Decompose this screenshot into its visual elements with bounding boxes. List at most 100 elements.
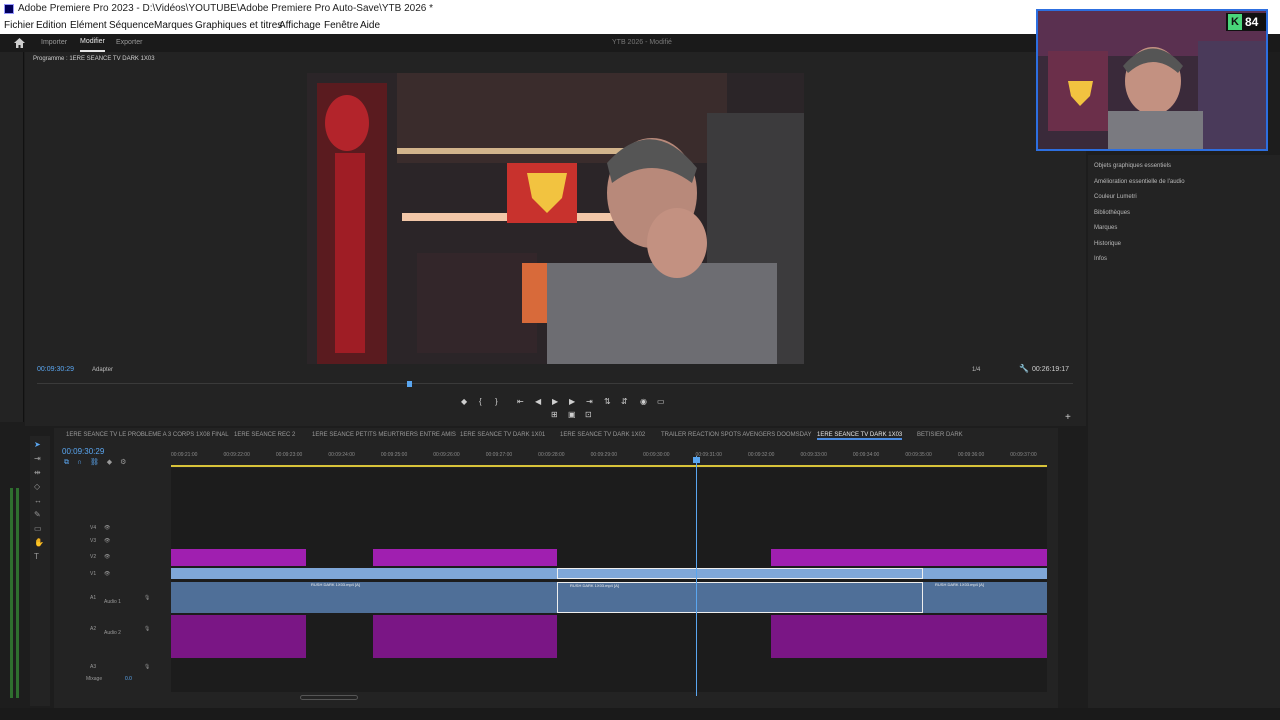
timeline-playhead[interactable] (696, 456, 697, 696)
snap-icon[interactable]: ∩ (77, 459, 82, 466)
extract-icon[interactable]: ⇵ (621, 397, 628, 406)
menu-sequence[interactable]: Séquence (109, 18, 154, 34)
seq-tab-0[interactable]: 1ERE SEANCE TV LE PROBLEME A 3 CORPS 1X0… (66, 432, 229, 438)
seq-tab-7[interactable]: BETISIER DARK (917, 432, 963, 438)
insert-icon[interactable]: ⊞ (551, 410, 558, 419)
nest-icon[interactable]: ⧉ (64, 459, 69, 466)
scrubber-playhead[interactable] (407, 381, 412, 387)
panel-lumetri[interactable]: Couleur Lumetri (1094, 194, 1137, 200)
clip-v2[interactable] (373, 549, 557, 566)
export-frame-icon[interactable]: ◉ (640, 397, 647, 406)
razor-tool-icon[interactable]: ◇ (34, 482, 40, 491)
step-forward-icon[interactable]: ▶ (569, 397, 575, 406)
add-marker-icon[interactable]: ◆ (107, 459, 112, 466)
track-label-a3: A3 (90, 664, 97, 670)
settings-icon[interactable]: ⚙ (120, 459, 126, 466)
menu-affichage[interactable]: Affichage (279, 18, 321, 34)
panel-info[interactable]: Infos (1094, 256, 1107, 262)
seq-tab-3[interactable]: 1ERE SEANCE TV DARK 1X01 (460, 432, 545, 438)
program-scrubber[interactable] (37, 381, 1073, 389)
ruler-tick-label: 00:09:23:00 (275, 452, 303, 458)
marker-icon[interactable]: ◆ (461, 397, 467, 406)
tab-modifier[interactable]: Modifier (80, 34, 105, 52)
overwrite-icon[interactable]: ▣ (568, 410, 576, 419)
track-area[interactable]: RUSH DARK 1X03.mp4 [A] RUSH DARK 1X03.mp… (171, 468, 1047, 692)
tab-importer[interactable]: Importer (41, 34, 67, 52)
panel-essential-sound[interactable]: Amélioration essentielle de l'audio (1094, 179, 1185, 185)
add-button-icon[interactable]: + (1065, 412, 1071, 423)
menu-fichier[interactable]: Fichier (4, 18, 34, 34)
clip-a1[interactable]: RUSH DARK 1X03.mp4 [A] (171, 582, 557, 613)
step-back-icon[interactable]: ◀ (535, 397, 541, 406)
comparison-icon[interactable]: ▭ (657, 397, 665, 406)
eye-icon[interactable]: 👁 (104, 525, 110, 531)
clip-v2[interactable] (923, 549, 1047, 566)
panel-essential-graphics[interactable]: Objets graphiques essentiels (1094, 163, 1171, 169)
mix-value[interactable]: 0.0 (125, 676, 132, 682)
clip-v1[interactable] (171, 568, 557, 579)
mark-in-icon[interactable]: { (479, 397, 482, 406)
ruler-tick-label: 00:09:22:00 (223, 452, 250, 458)
linked-selection-icon[interactable]: ⛓ (90, 459, 99, 466)
panel-markers[interactable]: Marques (1094, 225, 1117, 231)
play-icon[interactable]: ▶ (552, 397, 558, 406)
button-editor-icon[interactable]: ⊡ (585, 410, 592, 419)
mark-out-icon[interactable]: } (495, 397, 498, 406)
playhead-handle[interactable] (693, 457, 700, 463)
wrench-icon[interactable]: 🔧 (1019, 364, 1029, 373)
clip-a1-selected[interactable]: RUSH DARK 1X03.mp4 [A] (557, 582, 923, 613)
clip-a2[interactable] (923, 615, 1047, 658)
seq-tab-active[interactable]: 1ERE SEANCE TV DARK 1X03 (817, 432, 903, 440)
seq-tab-2[interactable]: 1ERE SEANCE PETITS MEURTRIERS ENTRE AMIS (312, 432, 456, 438)
timeline-ruler[interactable]: 00:09:21:00 00:09:22:00 00:09:23:00 00:09:2… (171, 452, 1047, 466)
panel-libraries[interactable]: Bibliothèques (1094, 210, 1130, 216)
clip-v1-selected[interactable] (557, 568, 923, 579)
rectangle-tool-icon[interactable]: ▭ (34, 524, 42, 533)
go-to-out-icon[interactable]: ⇥ (586, 397, 593, 406)
seq-tab-1[interactable]: 1ERE SEANCE REC 2 (234, 432, 295, 438)
ruler-tick-label: 00:09:37:00 (1010, 452, 1037, 458)
pen-tool-icon[interactable]: ✎ (34, 510, 41, 519)
fit-dropdown[interactable]: Adapter (92, 367, 113, 373)
audio-meters (0, 428, 28, 708)
menu-element[interactable]: Elément (70, 18, 107, 34)
ripple-edit-tool-icon[interactable]: ⇹ (34, 468, 41, 477)
source-panel-strip[interactable] (0, 52, 24, 422)
timeline-horizontal-scrollbar[interactable] (300, 695, 358, 700)
clip-v1[interactable] (923, 568, 1047, 579)
eye-icon[interactable]: 👁 (104, 571, 110, 577)
selection-tool-icon[interactable]: ➤ (34, 440, 41, 449)
clip-a1[interactable]: RUSH DARK 1X03.mp4 [A] (923, 582, 1047, 613)
clip-v2[interactable] (171, 549, 306, 566)
menu-graphiques[interactable]: Graphiques et titres (195, 18, 282, 34)
clip-a2[interactable] (373, 615, 557, 658)
timeline-timecode[interactable]: 00:09:30:29 (62, 447, 104, 456)
tab-exporter[interactable]: Exporter (116, 34, 142, 52)
resolution-dropdown[interactable]: 1/4 (972, 367, 980, 373)
mic-icon[interactable]: 🎙 (144, 626, 150, 632)
menu-edition[interactable]: Edition (36, 18, 67, 34)
hand-tool-icon[interactable]: ✋ (34, 538, 44, 547)
menu-aide[interactable]: Aide (360, 18, 380, 34)
seq-tab-5[interactable]: TRAILER REACTION SPOTS AVENGERS DOOMSDAY (661, 432, 811, 438)
seq-tab-4[interactable]: 1ERE SEANCE TV DARK 1X02 (560, 432, 645, 438)
home-icon[interactable] (14, 38, 25, 48)
work-area-bar[interactable] (171, 465, 1047, 467)
eye-icon[interactable]: 👁 (104, 554, 110, 560)
panel-history[interactable]: Historique (1094, 241, 1121, 247)
mic-icon[interactable]: 🎙 (144, 595, 150, 601)
menu-fenetre[interactable]: Fenêtre (324, 18, 358, 34)
clip-v2[interactable] (771, 549, 923, 566)
program-header[interactable]: Programme : 1ERE SEANCE TV DARK 1X03 (33, 56, 155, 62)
clip-a2[interactable] (171, 615, 306, 658)
clip-a2[interactable] (771, 615, 923, 658)
mic-icon[interactable]: 🎙 (144, 664, 150, 670)
go-to-in-icon[interactable]: ⇤ (517, 397, 524, 406)
lift-icon[interactable]: ⇅ (604, 397, 611, 406)
menu-marques[interactable]: Marques (154, 18, 193, 34)
program-timecode[interactable]: 00:09:30:29 (37, 366, 74, 373)
type-tool-icon[interactable]: T (34, 552, 39, 561)
eye-icon[interactable]: 👁 (104, 538, 110, 544)
slip-tool-icon[interactable]: ↔ (34, 496, 42, 505)
track-select-tool-icon[interactable]: ⇥ (34, 454, 41, 463)
